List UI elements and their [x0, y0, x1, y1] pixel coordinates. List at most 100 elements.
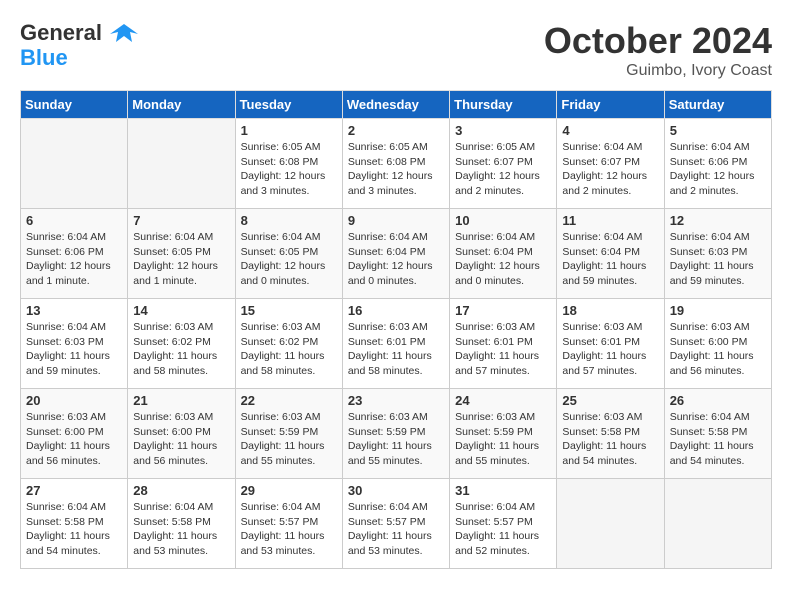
day-number: 23 — [348, 393, 444, 408]
calendar-cell: 7 Sunrise: 6:04 AM Sunset: 6:05 PM Daylig… — [128, 209, 235, 299]
day-info: Sunrise: 6:04 AM Sunset: 5:57 PM Dayligh… — [455, 500, 551, 559]
calendar-cell: 1 Sunrise: 6:05 AM Sunset: 6:08 PM Daylig… — [235, 119, 342, 209]
day-info: Sunrise: 6:04 AM Sunset: 6:03 PM Dayligh… — [26, 320, 122, 379]
calendar-cell: 3 Sunrise: 6:05 AM Sunset: 6:07 PM Daylig… — [450, 119, 557, 209]
calendar-cell: 6 Sunrise: 6:04 AM Sunset: 6:06 PM Daylig… — [21, 209, 128, 299]
month-title: October 2024 — [544, 20, 772, 62]
day-number: 29 — [241, 483, 337, 498]
calendar-cell: 14 Sunrise: 6:03 AM Sunset: 6:02 PM Dayli… — [128, 299, 235, 389]
day-info: Sunrise: 6:04 AM Sunset: 6:06 PM Dayligh… — [670, 140, 766, 199]
day-number: 27 — [26, 483, 122, 498]
logo-text-general: General — [20, 20, 102, 45]
logo: General Blue — [20, 20, 138, 70]
day-number: 30 — [348, 483, 444, 498]
month-info: October 2024 Guimbo, Ivory Coast — [544, 20, 772, 80]
calendar-cell: 27Sunrise: 6:04 AM Sunset: 5:58 PM Dayli… — [21, 479, 128, 569]
calendar-cell: 15Sunrise: 6:03 AM Sunset: 6:02 PM Dayli… — [235, 299, 342, 389]
calendar-cell: 4 Sunrise: 6:04 AM Sunset: 6:07 PM Daylig… — [557, 119, 664, 209]
calendar-cell — [557, 479, 664, 569]
day-info: Sunrise: 6:05 AM Sunset: 6:08 PM Dayligh… — [348, 140, 444, 199]
calendar-cell: 25 Sunrise: 6:03 AM Sunset: 5:58 PM Dayli… — [557, 389, 664, 479]
calendar-cell: 19Sunrise: 6:03 AM Sunset: 6:00 PM Dayli… — [664, 299, 771, 389]
day-number: 4 — [562, 123, 658, 138]
location-text: Guimbo, Ivory Coast — [544, 62, 772, 80]
day-number: 24 — [455, 393, 551, 408]
day-number: 15 — [241, 303, 337, 318]
day-info: Sunrise: 6:03 AM Sunset: 5:59 PM Dayligh… — [455, 410, 551, 469]
calendar-cell: 8 Sunrise: 6:04 AM Sunset: 6:05 PM Daylig… — [235, 209, 342, 299]
calendar-cell: 16Sunrise: 6:03 AM Sunset: 6:01 PM Dayli… — [342, 299, 449, 389]
day-number: 18 — [562, 303, 658, 318]
day-info: Sunrise: 6:04 AM Sunset: 6:05 PM Dayligh… — [133, 230, 229, 289]
day-number: 17 — [455, 303, 551, 318]
day-number: 7 — [133, 213, 229, 228]
day-number: 3 — [455, 123, 551, 138]
day-info: Sunrise: 6:03 AM Sunset: 6:01 PM Dayligh… — [455, 320, 551, 379]
day-info: Sunrise: 6:04 AM Sunset: 6:04 PM Dayligh… — [348, 230, 444, 289]
calendar-cell — [21, 119, 128, 209]
day-info: Sunrise: 6:03 AM Sunset: 6:02 PM Dayligh… — [133, 320, 229, 379]
day-info: Sunrise: 6:05 AM Sunset: 6:07 PM Dayligh… — [455, 140, 551, 199]
day-number: 12 — [670, 213, 766, 228]
day-number: 22 — [241, 393, 337, 408]
day-number: 16 — [348, 303, 444, 318]
weekday-header-row: SundayMondayTuesdayWednesdayThursdayFrid… — [21, 91, 772, 119]
day-info: Sunrise: 6:04 AM Sunset: 5:57 PM Dayligh… — [241, 500, 337, 559]
day-info: Sunrise: 6:04 AM Sunset: 6:05 PM Dayligh… — [241, 230, 337, 289]
calendar-cell: 20 Sunrise: 6:03 AM Sunset: 6:00 PM Dayli… — [21, 389, 128, 479]
day-number: 8 — [241, 213, 337, 228]
logo-text-blue: Blue — [20, 46, 138, 70]
calendar-cell: 17 Sunrise: 6:03 AM Sunset: 6:01 PM Dayli… — [450, 299, 557, 389]
calendar-week-row: 1 Sunrise: 6:05 AM Sunset: 6:08 PM Daylig… — [21, 119, 772, 209]
calendar-week-row: 27 Sunrise: 6:04 AM Sunset: 5:58 PM Dayli… — [21, 479, 772, 569]
day-info: Sunrise: 6:03 AM Sunset: 5:58 PM Dayligh… — [562, 410, 658, 469]
day-number: 9 — [348, 213, 444, 228]
calendar-cell: 13 Sunrise: 6:04 AM Sunset: 6:03 PM Dayli… — [21, 299, 128, 389]
day-info: Sunrise: 6:04 AM Sunset: 5:58 PM Dayligh… — [133, 500, 229, 559]
weekday-header-saturday: Saturday — [664, 91, 771, 119]
calendar-cell: 31 Sunrise: 6:04 AM Sunset: 5:57 PM Dayli… — [450, 479, 557, 569]
day-number: 14 — [133, 303, 229, 318]
day-number: 1 — [241, 123, 337, 138]
calendar-cell: 5Sunrise: 6:04 AM Sunset: 6:06 PM Daylig… — [664, 119, 771, 209]
calendar-week-row: 20 Sunrise: 6:03 AM Sunset: 6:00 PM Dayli… — [21, 389, 772, 479]
day-info: Sunrise: 6:03 AM Sunset: 6:00 PM Dayligh… — [133, 410, 229, 469]
weekday-header-monday: Monday — [128, 91, 235, 119]
day-info: Sunrise: 6:03 AM Sunset: 6:00 PM Dayligh… — [670, 320, 766, 379]
calendar-cell — [664, 479, 771, 569]
weekday-header-friday: Friday — [557, 91, 664, 119]
day-number: 11 — [562, 213, 658, 228]
calendar-cell — [128, 119, 235, 209]
day-number: 25 — [562, 393, 658, 408]
day-info: Sunrise: 6:05 AM Sunset: 6:08 PM Dayligh… — [241, 140, 337, 199]
calendar-cell: 2 Sunrise: 6:05 AM Sunset: 6:08 PM Daylig… — [342, 119, 449, 209]
calendar-cell: 22 Sunrise: 6:03 AM Sunset: 5:59 PM Dayli… — [235, 389, 342, 479]
day-info: Sunrise: 6:04 AM Sunset: 5:58 PM Dayligh… — [670, 410, 766, 469]
day-info: Sunrise: 6:03 AM Sunset: 6:01 PM Dayligh… — [562, 320, 658, 379]
day-number: 13 — [26, 303, 122, 318]
calendar-week-row: 6 Sunrise: 6:04 AM Sunset: 6:06 PM Daylig… — [21, 209, 772, 299]
day-number: 2 — [348, 123, 444, 138]
day-number: 31 — [455, 483, 551, 498]
calendar-cell: 12Sunrise: 6:04 AM Sunset: 6:03 PM Dayli… — [664, 209, 771, 299]
day-number: 21 — [133, 393, 229, 408]
calendar-cell: 21 Sunrise: 6:03 AM Sunset: 6:00 PM Dayli… — [128, 389, 235, 479]
day-info: Sunrise: 6:03 AM Sunset: 5:59 PM Dayligh… — [241, 410, 337, 469]
day-info: Sunrise: 6:04 AM Sunset: 6:06 PM Dayligh… — [26, 230, 122, 289]
day-number: 28 — [133, 483, 229, 498]
day-info: Sunrise: 6:04 AM Sunset: 5:57 PM Dayligh… — [348, 500, 444, 559]
calendar-cell: 9 Sunrise: 6:04 AM Sunset: 6:04 PM Daylig… — [342, 209, 449, 299]
calendar-cell: 23Sunrise: 6:03 AM Sunset: 5:59 PM Dayli… — [342, 389, 449, 479]
weekday-header-wednesday: Wednesday — [342, 91, 449, 119]
calendar-cell: 10 Sunrise: 6:04 AM Sunset: 6:04 PM Dayli… — [450, 209, 557, 299]
calendar-cell: 29 Sunrise: 6:04 AM Sunset: 5:57 PM Dayli… — [235, 479, 342, 569]
day-info: Sunrise: 6:03 AM Sunset: 6:00 PM Dayligh… — [26, 410, 122, 469]
day-number: 10 — [455, 213, 551, 228]
logo-bird-icon — [110, 20, 138, 48]
day-info: Sunrise: 6:04 AM Sunset: 6:04 PM Dayligh… — [455, 230, 551, 289]
calendar-cell: 11Sunrise: 6:04 AM Sunset: 6:04 PM Dayli… — [557, 209, 664, 299]
day-number: 6 — [26, 213, 122, 228]
day-number: 20 — [26, 393, 122, 408]
calendar-table: SundayMondayTuesdayWednesdayThursdayFrid… — [20, 90, 772, 569]
day-info: Sunrise: 6:04 AM Sunset: 6:07 PM Dayligh… — [562, 140, 658, 199]
